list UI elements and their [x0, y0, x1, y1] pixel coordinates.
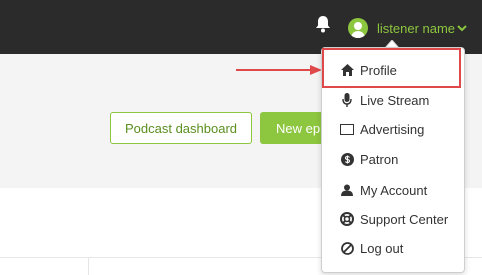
menu-item-log-out[interactable]: Log out — [322, 234, 464, 262]
menu-item-label: Patron — [360, 151, 399, 167]
ad-icon — [340, 122, 354, 136]
menu-item-live-stream[interactable]: Live Stream — [322, 86, 464, 114]
username-label: listener name — [377, 20, 456, 36]
menu-item-label: Live Stream — [360, 92, 430, 108]
menu-item-support-center[interactable]: Support Center — [322, 205, 464, 233]
annotation-highlight-box — [322, 48, 461, 88]
user-avatar-icon — [348, 18, 368, 38]
new-episode-button[interactable]: New epi — [260, 112, 330, 144]
user-menu-toggle[interactable]: listener name — [348, 16, 467, 40]
dollar-icon — [340, 152, 354, 166]
ban-icon — [340, 241, 354, 255]
user-icon — [340, 183, 354, 197]
menu-item-patron[interactable]: Patron — [322, 145, 464, 173]
chevron-down-icon — [457, 25, 467, 32]
lifebuoy-icon — [340, 212, 354, 226]
menu-item-label: Advertising — [360, 121, 425, 137]
annotation-arrow — [236, 65, 322, 75]
menu-item-my-account[interactable]: My Account — [322, 176, 464, 204]
top-navigation-bar: listener name — [0, 0, 482, 54]
podcast-dashboard-button[interactable]: Podcast dashboard — [110, 112, 252, 144]
menu-item-label: Support Center — [360, 211, 449, 227]
menu-item-label: My Account — [360, 182, 428, 198]
bell-icon[interactable] — [314, 14, 332, 34]
divider — [88, 257, 89, 275]
microphone-icon — [340, 93, 354, 107]
menu-item-label: Log out — [360, 240, 404, 256]
menu-item-advertising[interactable]: Advertising — [322, 115, 464, 143]
